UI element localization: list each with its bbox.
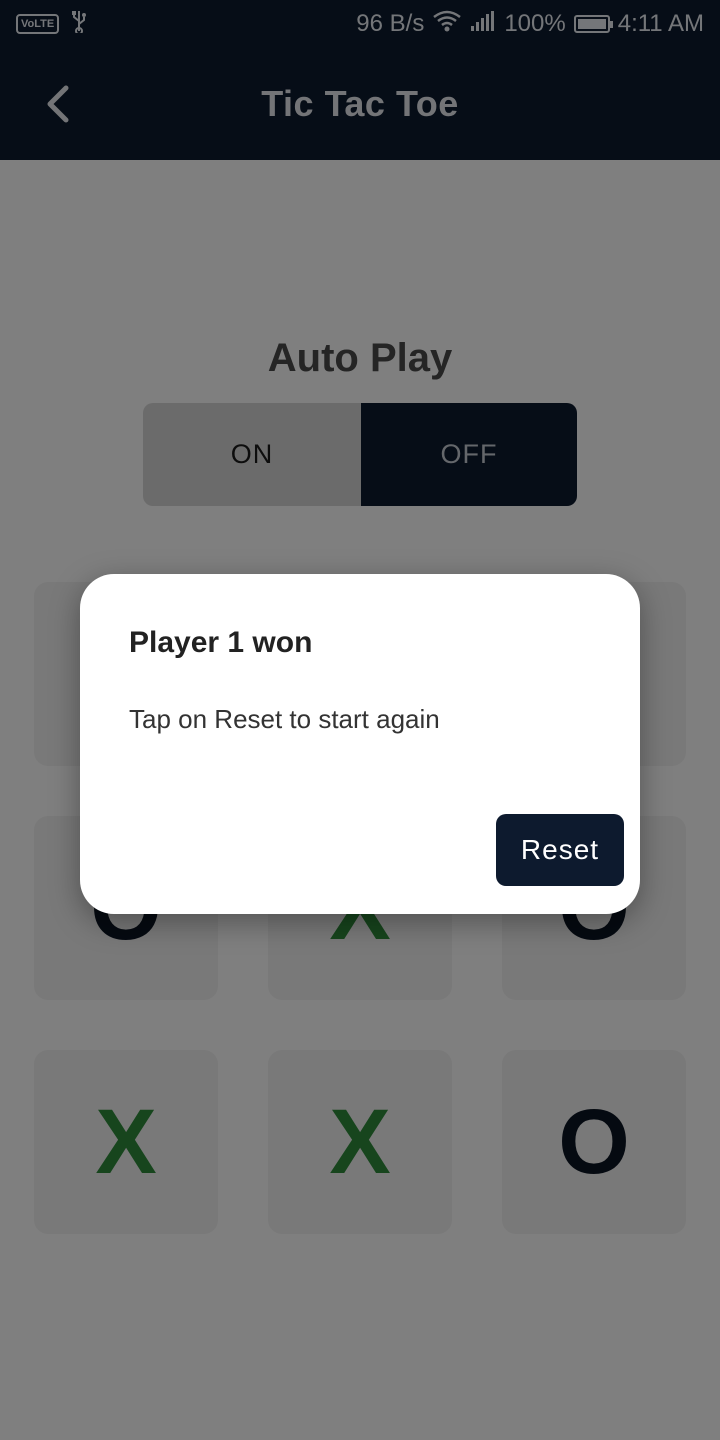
result-dialog: Player 1 won Tap on Reset to start again…: [80, 574, 640, 914]
reset-button[interactable]: Reset: [496, 814, 624, 886]
dialog-message: Tap on Reset to start again: [129, 704, 440, 734]
dialog-title: Player 1 won: [129, 626, 313, 659]
